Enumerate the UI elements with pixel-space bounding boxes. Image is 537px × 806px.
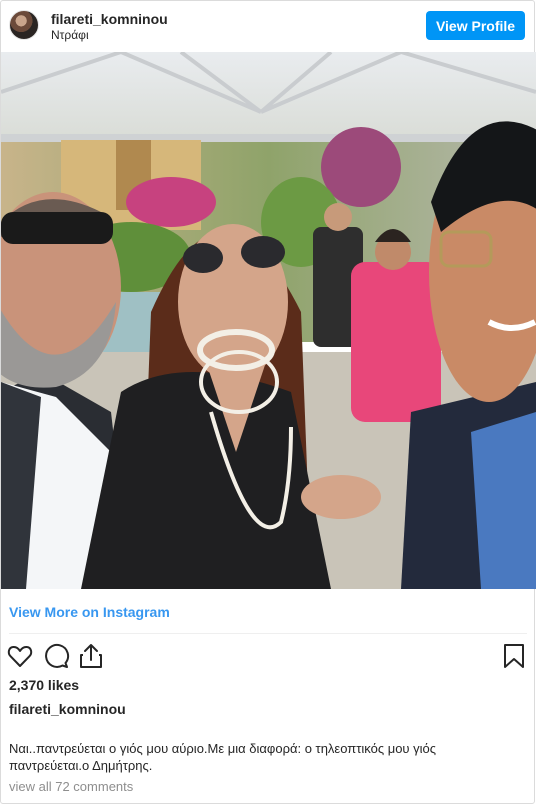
divider	[9, 633, 527, 634]
post-photo[interactable]	[1, 52, 536, 589]
caption-text: Ναι..παντρεύεται ο γιός μου αύριο.Με μια…	[9, 740, 524, 774]
view-profile-button[interactable]: View Profile	[426, 11, 525, 40]
share-button[interactable]	[77, 642, 105, 670]
like-button[interactable]	[6, 642, 34, 670]
heart-icon	[7, 645, 33, 667]
caption-line-2: παντρεύεται.ο Δημήτρης.	[9, 758, 153, 773]
post-photo-image	[1, 52, 536, 589]
avatar[interactable]	[9, 10, 39, 40]
post-header: filareti_komninou Ντράφι View Profile	[1, 1, 534, 51]
caption-username[interactable]: filareti_komninou	[9, 701, 126, 717]
caption-line-1: Ναι..παντρεύεται ο γιός μου αύριο.Με μια…	[9, 741, 437, 756]
comment-button[interactable]	[42, 642, 70, 670]
instagram-embed-card: filareti_komninou Ντράφι View Profile Vi…	[0, 0, 536, 804]
header-username[interactable]: filareti_komninou	[51, 11, 168, 27]
comment-icon	[45, 643, 70, 668]
share-icon	[80, 644, 102, 668]
header-location[interactable]: Ντράφι	[51, 28, 89, 42]
view-more-on-instagram-link[interactable]: View More on Instagram	[9, 604, 170, 620]
bookmark-icon	[504, 644, 524, 668]
save-button[interactable]	[500, 642, 528, 670]
likes-count[interactable]: 2,370 likes	[9, 677, 79, 693]
view-all-comments-link[interactable]: view all 72 comments	[9, 779, 133, 794]
